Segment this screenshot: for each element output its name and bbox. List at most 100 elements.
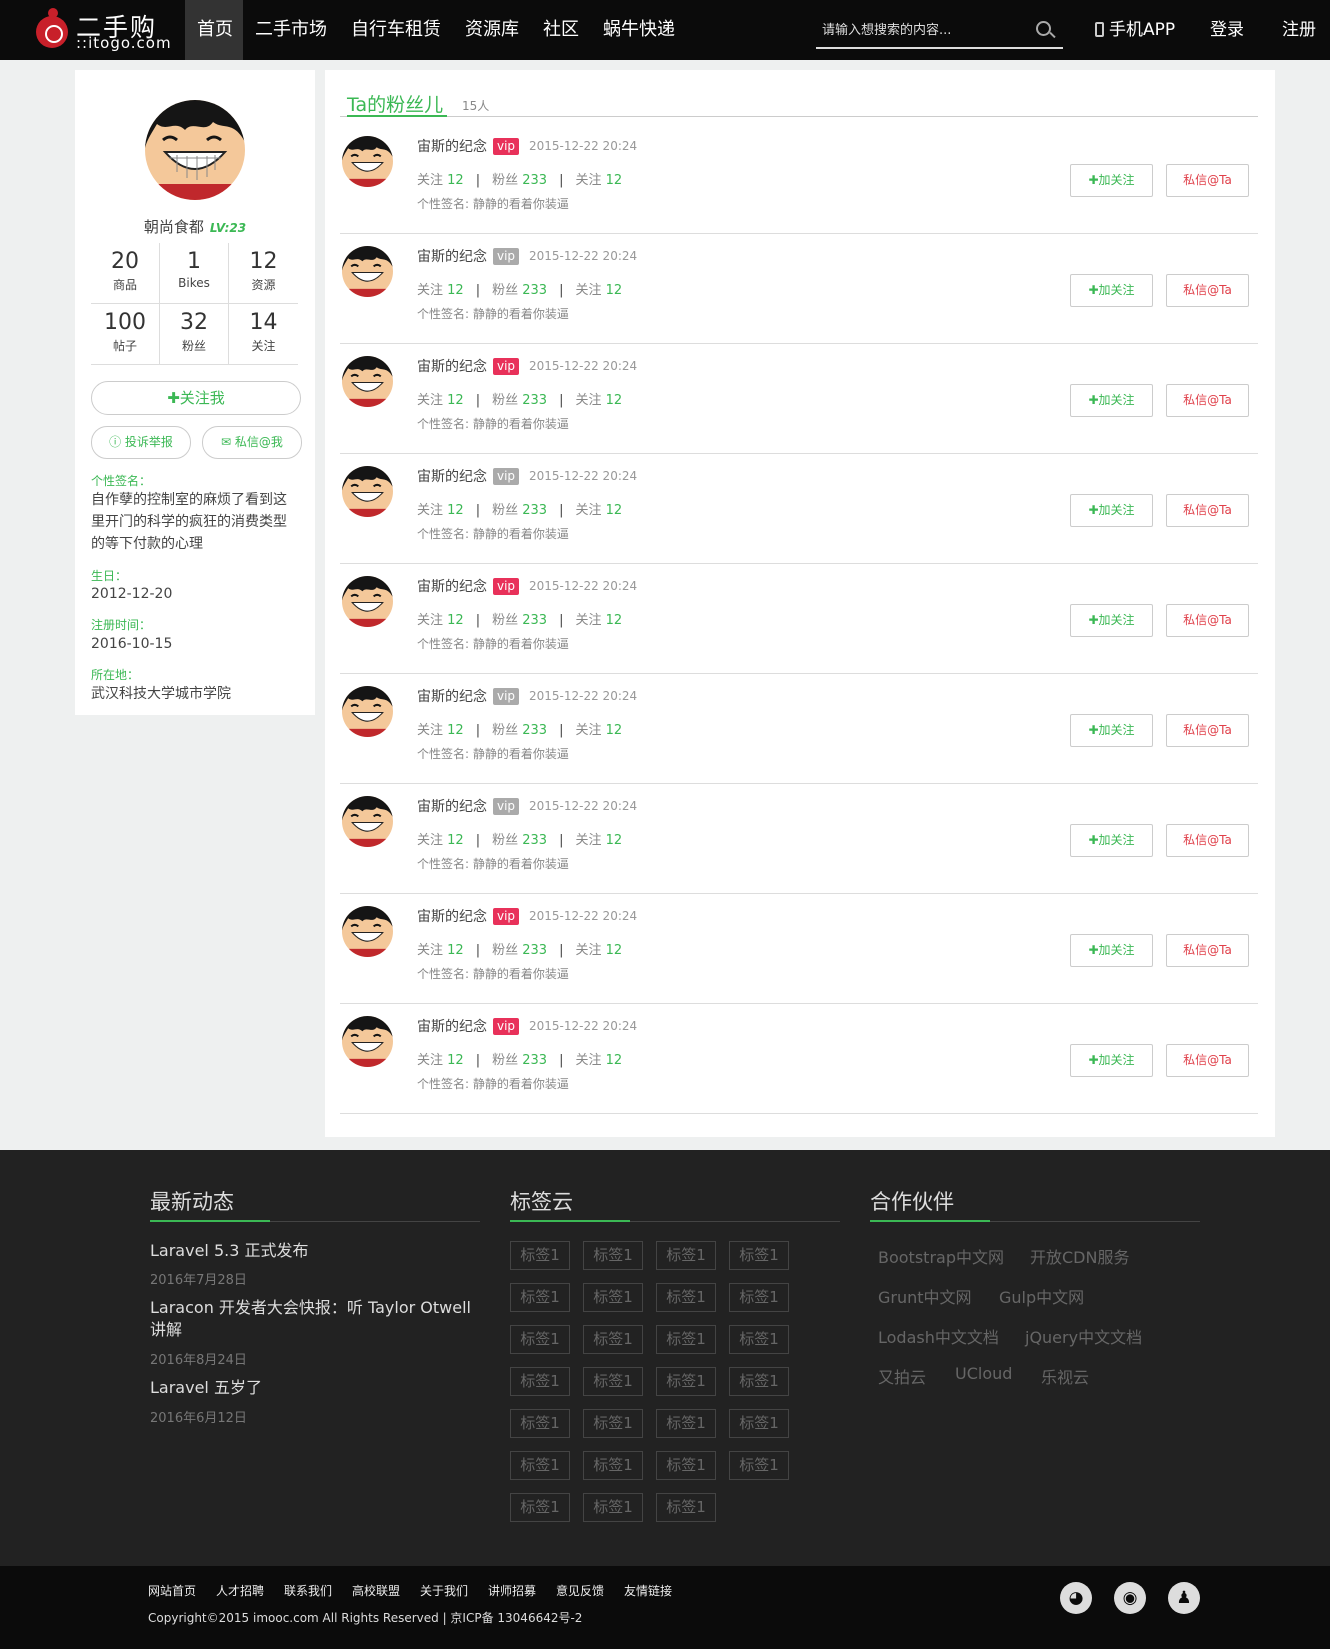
tag-chip[interactable]: 标签1 <box>583 1241 643 1270</box>
footer-link[interactable]: 意见反馈 <box>556 1582 604 1599</box>
tag-chip[interactable]: 标签1 <box>656 1367 716 1396</box>
tag-chip[interactable]: 标签1 <box>656 1409 716 1438</box>
fan-name[interactable]: 宙斯的纪念 <box>417 686 487 706</box>
fan-avatar[interactable] <box>342 906 393 957</box>
partner-link[interactable]: Lodash中文文档 <box>878 1324 999 1348</box>
tag-chip[interactable]: 标签1 <box>656 1493 716 1522</box>
partner-link[interactable]: Gulp中文网 <box>999 1284 1084 1308</box>
tag-chip[interactable]: 标签1 <box>729 1409 789 1438</box>
tag-chip[interactable]: 标签1 <box>510 1409 570 1438</box>
footer-link[interactable]: 关于我们 <box>420 1582 468 1599</box>
private-message-button[interactable]: 私信@Ta <box>1166 384 1249 417</box>
fan-name[interactable]: 宙斯的纪念 <box>417 136 487 156</box>
footer-link[interactable]: 人才招聘 <box>216 1582 264 1599</box>
stat-bikes[interactable]: 1 Bikes <box>160 243 229 304</box>
partner-link[interactable]: 又拍云 <box>878 1364 926 1388</box>
add-follow-button[interactable]: ✚加关注 <box>1070 1044 1153 1077</box>
add-follow-button[interactable]: ✚加关注 <box>1070 604 1153 637</box>
tag-chip[interactable]: 标签1 <box>656 1241 716 1270</box>
partner-link[interactable]: jQuery中文文档 <box>1025 1324 1142 1348</box>
footer-link[interactable]: 联系我们 <box>284 1582 332 1599</box>
private-message-button[interactable]: 私信@Ta <box>1166 714 1249 747</box>
add-follow-button[interactable]: ✚加关注 <box>1070 714 1153 747</box>
register-link[interactable]: 注册 <box>1282 0 1316 60</box>
private-message-button[interactable]: 私信@Ta <box>1166 274 1249 307</box>
tag-chip[interactable]: 标签1 <box>510 1241 570 1270</box>
nav-bike-rental[interactable]: 自行车租赁 <box>339 0 453 60</box>
search-icon[interactable] <box>1036 21 1051 36</box>
tag-chip[interactable]: 标签1 <box>510 1283 570 1312</box>
fan-avatar[interactable] <box>342 466 393 517</box>
partner-link[interactable]: Bootstrap中文网 <box>878 1244 1004 1268</box>
footer-link[interactable]: 友情链接 <box>624 1582 672 1599</box>
fan-avatar[interactable] <box>342 686 393 737</box>
avatar[interactable] <box>145 100 245 200</box>
partner-link[interactable]: 开放CDN服务 <box>1030 1244 1129 1268</box>
add-follow-button[interactable]: ✚加关注 <box>1070 274 1153 307</box>
add-follow-button[interactable]: ✚加关注 <box>1070 384 1153 417</box>
tag-chip[interactable]: 标签1 <box>510 1493 570 1522</box>
tag-chip[interactable]: 标签1 <box>656 1325 716 1354</box>
private-message-button[interactable]: 私信@Ta <box>1166 494 1249 527</box>
stat-posts[interactable]: 100 帖子 <box>91 304 160 365</box>
add-follow-button[interactable]: ✚加关注 <box>1070 824 1153 857</box>
fan-name[interactable]: 宙斯的纪念 <box>417 906 487 926</box>
footer-link[interactable]: 高校联盟 <box>352 1582 400 1599</box>
private-message-button[interactable]: 私信@Ta <box>1166 1044 1249 1077</box>
nav-home[interactable]: 首页 <box>185 0 243 60</box>
footer-link[interactable]: 网站首页 <box>148 1582 196 1599</box>
mobile-app-link[interactable]: 手机APP <box>1095 0 1175 60</box>
add-follow-button[interactable]: ✚加关注 <box>1070 164 1153 197</box>
tag-chip[interactable]: 标签1 <box>583 1451 643 1480</box>
nav-snail-express[interactable]: 蜗牛快递 <box>591 0 687 60</box>
message-me-button[interactable]: ✉ 私信@我 <box>202 426 302 459</box>
report-button[interactable]: ⓘ 投诉举报 <box>91 426 191 459</box>
search-input[interactable] <box>822 19 1022 41</box>
fan-avatar[interactable] <box>342 246 393 297</box>
add-follow-button[interactable]: ✚加关注 <box>1070 494 1153 527</box>
news-item-title[interactable]: Laracon 开发者大会快报：听 Taylor Otwell 讲解 <box>150 1297 480 1341</box>
partner-link[interactable]: Grunt中文网 <box>878 1284 972 1308</box>
tag-chip[interactable]: 标签1 <box>729 1241 789 1270</box>
tag-chip[interactable]: 标签1 <box>583 1325 643 1354</box>
tag-chip[interactable]: 标签1 <box>583 1367 643 1396</box>
follow-me-button[interactable]: ✚关注我 <box>91 381 301 415</box>
tag-chip[interactable]: 标签1 <box>729 1325 789 1354</box>
news-item-title[interactable]: Laravel 5.3 正式发布 <box>150 1240 480 1262</box>
fan-name[interactable]: 宙斯的纪念 <box>417 466 487 486</box>
fan-avatar[interactable] <box>342 576 393 627</box>
fan-avatar[interactable] <box>342 356 393 407</box>
qq-icon[interactable]: ♟ <box>1168 1582 1200 1614</box>
fan-avatar[interactable] <box>342 796 393 847</box>
fan-name[interactable]: 宙斯的纪念 <box>417 796 487 816</box>
private-message-button[interactable]: 私信@Ta <box>1166 824 1249 857</box>
stat-resources[interactable]: 12 资源 <box>229 243 298 304</box>
nav-secondhand-market[interactable]: 二手市场 <box>243 0 339 60</box>
stat-fans[interactable]: 32 粉丝 <box>160 304 229 365</box>
stat-goods[interactable]: 20 商品 <box>91 243 160 304</box>
wechat-icon[interactable]: ◕ <box>1060 1582 1092 1614</box>
tag-chip[interactable]: 标签1 <box>729 1283 789 1312</box>
tag-chip[interactable]: 标签1 <box>729 1451 789 1480</box>
stat-following[interactable]: 14 关注 <box>229 304 298 365</box>
fan-name[interactable]: 宙斯的纪念 <box>417 1016 487 1036</box>
fan-avatar[interactable] <box>342 136 393 187</box>
partner-link[interactable]: 乐视云 <box>1041 1364 1089 1388</box>
tag-chip[interactable]: 标签1 <box>656 1451 716 1480</box>
footer-link[interactable]: 讲师招募 <box>488 1582 536 1599</box>
tag-chip[interactable]: 标签1 <box>510 1367 570 1396</box>
private-message-button[interactable]: 私信@Ta <box>1166 934 1249 967</box>
tag-chip[interactable]: 标签1 <box>583 1493 643 1522</box>
partner-link[interactable]: UCloud <box>955 1364 1012 1383</box>
tag-chip[interactable]: 标签1 <box>583 1409 643 1438</box>
weibo-icon[interactable]: ◉ <box>1114 1582 1146 1614</box>
news-item-title[interactable]: Laravel 五岁了 <box>150 1377 480 1399</box>
fan-name[interactable]: 宙斯的纪念 <box>417 356 487 376</box>
private-message-button[interactable]: 私信@Ta <box>1166 604 1249 637</box>
tag-chip[interactable]: 标签1 <box>729 1367 789 1396</box>
tag-chip[interactable]: 标签1 <box>656 1283 716 1312</box>
tag-chip[interactable]: 标签1 <box>583 1283 643 1312</box>
add-follow-button[interactable]: ✚加关注 <box>1070 934 1153 967</box>
fan-avatar[interactable] <box>342 1016 393 1067</box>
tag-chip[interactable]: 标签1 <box>510 1451 570 1480</box>
